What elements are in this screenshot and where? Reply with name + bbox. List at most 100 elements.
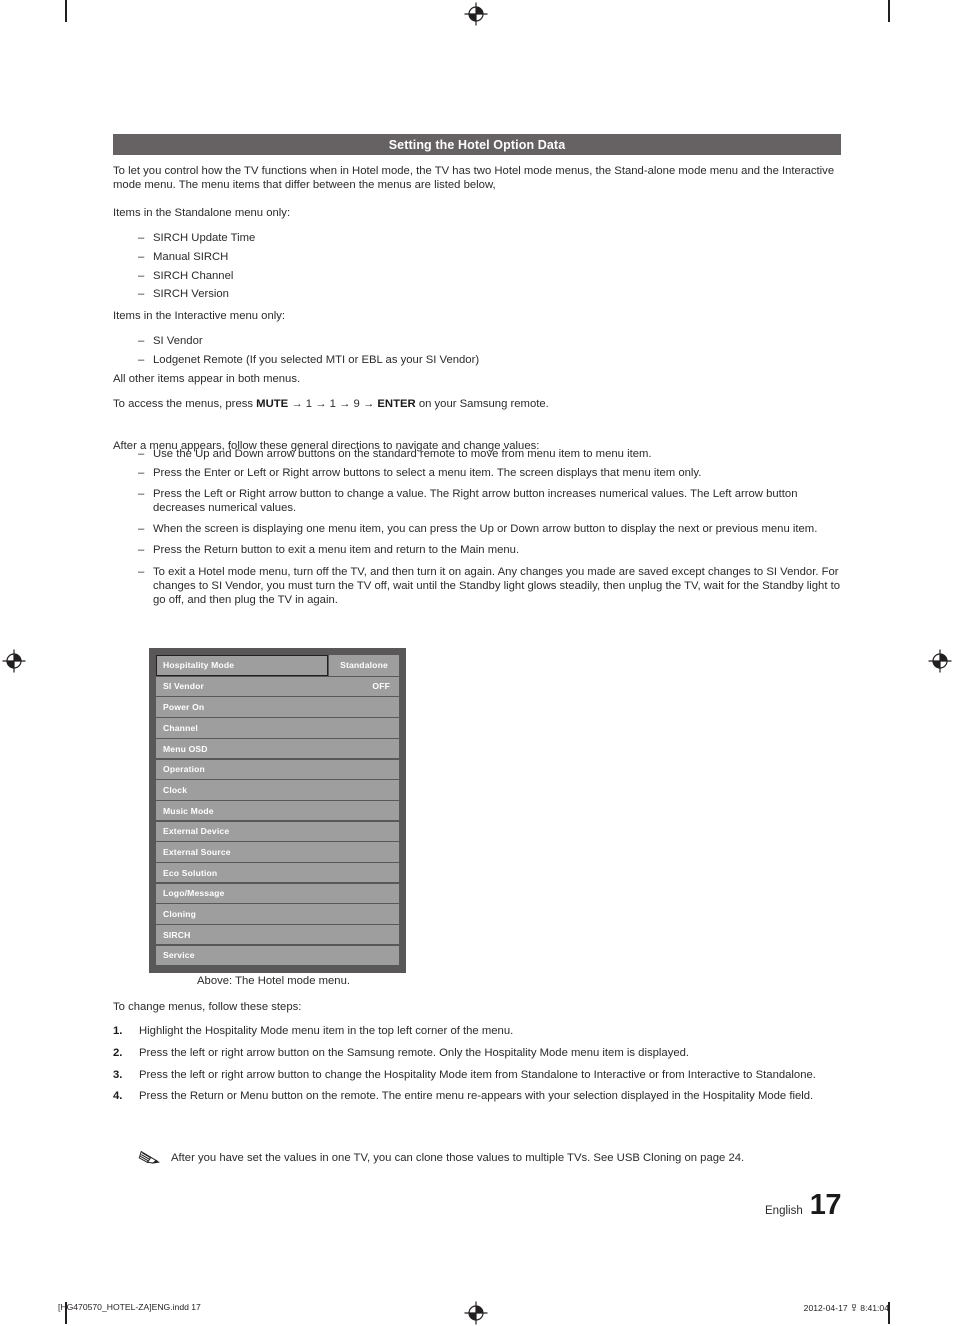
figure-caption: Above: The Hotel mode menu. (197, 975, 351, 987)
list-item: 1. Highlight the Hospitality Mode menu i… (113, 1024, 841, 1038)
dash-bullet-icon: – (138, 288, 145, 301)
list-item-label: Press the Return button to exit a menu i… (153, 544, 520, 557)
dash-bullet-icon: – (138, 523, 145, 536)
list-item: – SIRCH Update Time (113, 231, 841, 245)
list-item: – Press the Left or Right arrow button t… (113, 483, 841, 516)
note-text: After you have set the values in one TV,… (171, 1152, 745, 1164)
list-item: – Press the Return button to exit a menu… (113, 536, 841, 557)
footer-file-name: [HG470570_HOTEL-ZA]ENG.indd 17 (58, 1302, 201, 1312)
menu-row-sirch[interactable]: SIRCH (156, 925, 399, 945)
registration-mark-right (927, 648, 953, 674)
directions-list: – Use the Up and Down arrow buttons on t… (113, 445, 841, 608)
dash-bullet-icon: – (138, 544, 145, 557)
list-item-label: Press the Left or Right arrow button to … (153, 487, 798, 514)
list-item: – Lodgenet Remote (If you selected MTI o… (113, 353, 841, 367)
page-footer-number: English 17 (765, 1189, 841, 1222)
dash-bullet-icon: – (138, 565, 145, 578)
key-mute: MUTE (256, 398, 289, 410)
crop-mark-top-left (65, 0, 67, 22)
dash-bullet-icon: – (138, 250, 145, 263)
step-text: Press the left or right arrow button on … (139, 1046, 690, 1059)
both-menus-note: All other items appear in both menus. (113, 373, 301, 385)
standalone-items-list: – SIRCH Update Time – Manual SIRCH – SIR… (113, 231, 841, 306)
list-item-label: When the screen is displaying one menu i… (153, 523, 818, 536)
menu-row-label: Service (163, 950, 195, 961)
list-item: 2. Press the left or right arrow button … (113, 1046, 841, 1060)
list-item: 3. Press the left or right arrow button … (113, 1068, 841, 1082)
step-number: 1. (113, 1025, 123, 1037)
page-number: 17 (809, 1189, 842, 1221)
list-item: – Manual SIRCH (113, 250, 841, 264)
menu-row-si-vendor[interactable]: SI Vendor OFF (156, 676, 399, 697)
cloning-note: After you have set the values in one TV,… (138, 1150, 874, 1166)
menu-row-music-mode[interactable]: Music Mode (156, 800, 399, 821)
dash-bullet-icon: – (138, 448, 145, 460)
dash-bullet-icon: – (138, 353, 145, 366)
key-enter: ENTER (377, 398, 416, 410)
list-item: – When the screen is displaying one menu… (113, 515, 841, 536)
arrow-4: → (359, 398, 378, 410)
step-text: Highlight the Hospitality Mode menu item… (139, 1025, 514, 1037)
pencil-note-icon (138, 1150, 162, 1166)
menu-row-label: Operation (163, 764, 205, 775)
arrow-2: → (312, 398, 330, 410)
menu-row-service[interactable]: Service (156, 945, 399, 966)
menu-row-label: Menu OSD (163, 743, 208, 754)
list-item-label: Manual SIRCH (153, 250, 229, 263)
registration-mark-left (1, 648, 27, 674)
menu-row-label: External Device (163, 826, 230, 837)
menu-row-label: SIRCH (163, 929, 191, 940)
menu-row-label: Channel (163, 722, 198, 733)
list-item-label: To exit a Hotel mode menu, turn off the … (153, 565, 841, 607)
access-menus-instruction: To access the menus, press MUTE → 1 → 1 … (113, 397, 841, 411)
menu-row-external-device[interactable]: External Device (156, 821, 399, 841)
menu-row-hospitality-mode[interactable]: Hospitality Mode Standalone (156, 655, 399, 676)
menu-row-label: Cloning (163, 909, 197, 920)
menu-row-cloning[interactable]: Cloning (156, 904, 399, 924)
step-number: 4. (113, 1090, 123, 1103)
list-item-label: SIRCH Channel (153, 269, 234, 282)
dash-bullet-icon: – (138, 487, 145, 500)
footer-timestamp: 2012-04-17 ㅱ 8:41:04 (803, 1303, 889, 1313)
list-item-label: SIRCH Version (153, 288, 229, 301)
page-content: Setting the Hotel Option Data To let you… (58, 0, 889, 1324)
menu-row-label: Eco Solution (163, 867, 218, 878)
list-item: – SIRCH Version (113, 287, 841, 301)
change-menus-heading: To change menus, follow these steps: (113, 1001, 302, 1013)
dash-bullet-icon: – (138, 335, 145, 347)
interactive-items-list: – SI Vendor – Lodgenet Remote (If you se… (113, 334, 841, 372)
menu-row-menu-osd[interactable]: Menu OSD (156, 738, 399, 759)
menu-row-eco-solution[interactable]: Eco Solution (156, 862, 399, 883)
list-item-label: SI Vendor (153, 335, 203, 347)
standalone-menu-heading: Items in the Standalone menu only: (113, 207, 291, 219)
menu-row-operation[interactable]: Operation (156, 759, 399, 779)
change-menus-steps: 1. Highlight the Hospitality Mode menu i… (113, 1024, 841, 1111)
step-number: 3. (113, 1068, 123, 1081)
dash-bullet-icon: – (138, 232, 145, 244)
footer-language: English (765, 1205, 803, 1217)
list-item: 4. Press the Return or Menu button on th… (113, 1089, 841, 1103)
step-text: Press the Return or Menu button on the r… (139, 1090, 814, 1103)
menu-row-channel[interactable]: Channel (156, 718, 399, 738)
menu-row-label: SI Vendor (163, 681, 204, 692)
hospitality-mode-highlight-box[interactable]: Hospitality Mode (156, 655, 328, 676)
menu-row-value: Standalone (340, 660, 388, 671)
menu-row-value: OFF (372, 681, 390, 692)
dash-bullet-icon: – (138, 269, 145, 282)
menu-row-label: Power On (163, 702, 205, 713)
step-text: Press the left or right arrow button to … (139, 1068, 816, 1081)
list-item-label: Use the Up and Down arrow buttons on the… (153, 448, 652, 460)
menu-row-power-on[interactable]: Power On (156, 697, 399, 717)
menu-row-external-source[interactable]: External Source (156, 842, 399, 862)
menu-row-logo-message[interactable]: Logo/Message (156, 883, 399, 904)
menu-row-label: Clock (163, 784, 188, 795)
list-item-label: Lodgenet Remote (If you selected MTI or … (153, 353, 480, 366)
hospitality-mode-value-box[interactable]: Standalone (329, 655, 399, 676)
list-item: – Use the Up and Down arrow buttons on t… (113, 445, 841, 464)
dash-bullet-icon: – (138, 466, 145, 479)
menu-row-clock[interactable]: Clock (156, 780, 399, 800)
arrow-1: → (288, 398, 306, 410)
hotel-mode-menu-graphic: Hospitality Mode Standalone SI Vendor OF… (149, 648, 406, 974)
access-suffix: on your Samsung remote. (415, 398, 549, 410)
interactive-menu-heading: Items in the Interactive menu only: (113, 310, 286, 322)
